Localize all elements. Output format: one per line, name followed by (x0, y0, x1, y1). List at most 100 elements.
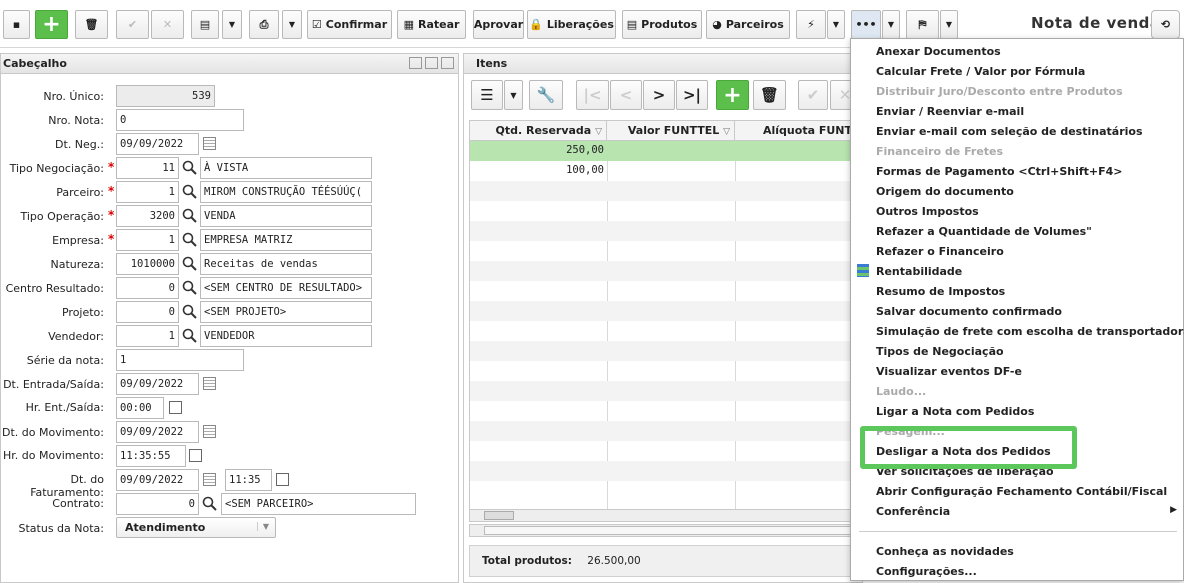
search-icon[interactable] (182, 328, 198, 344)
search-icon[interactable] (182, 256, 198, 272)
nro-unico-field[interactable]: 539 (116, 85, 215, 107)
products-button[interactable]: ▤ Produtos (622, 10, 702, 39)
releases-button[interactable]: 🔒 Liberações (527, 10, 616, 39)
maximize-icon[interactable] (425, 57, 438, 69)
menu-item[interactable]: Financeiro de Fretes (876, 145, 1003, 158)
search-icon[interactable] (202, 496, 218, 512)
hr-entrada-saida-field[interactable]: 00:00 (116, 397, 164, 419)
menu-item[interactable]: Distribuir Juro/Desconto entre Produtos (876, 85, 1123, 98)
prev-page-icon[interactable]: < (610, 80, 642, 110)
wrench-icon[interactable]: 🔧 (529, 80, 563, 110)
clock-icon[interactable] (169, 401, 182, 414)
document-search-icon[interactable]: ▤ (191, 10, 219, 39)
menu-item[interactable]: Enviar e-mail com seleção de destinatári… (876, 125, 1143, 138)
hr-movimento-field[interactable]: 11:35:55 (116, 445, 186, 467)
column-header[interactable]: Valor FUNTTEL ▽ (607, 121, 735, 141)
parceiro-code[interactable]: 1 (116, 181, 179, 203)
menu-item[interactable]: Conheça as novidades (876, 545, 1014, 558)
add-item-button[interactable]: + (716, 80, 749, 110)
map-icon[interactable]: ⛿ (906, 10, 939, 39)
horizontal-scrollbar[interactable] (469, 509, 864, 522)
print-icon[interactable]: ⎙ (249, 10, 279, 39)
lightning-icon[interactable]: ⚡ (796, 10, 826, 39)
chevron-down-icon[interactable]: ▼ (504, 80, 523, 110)
tipo-operacao-code[interactable]: 3200 (116, 205, 179, 227)
history-icon[interactable]: ⟲ (1151, 10, 1180, 39)
filter-icon[interactable]: ▽ (595, 127, 602, 137)
menu-item[interactable]: Abrir Configuração Fechamento Contábil/F… (876, 485, 1167, 498)
menu-item[interactable]: Ligar a Nota com Pedidos (876, 405, 1034, 418)
cancel-icon[interactable]: ✕ (151, 10, 184, 39)
contrato-code[interactable]: 0 (116, 493, 199, 515)
column-header[interactable]: Alíquota FUNTT (735, 121, 863, 141)
confirm-button[interactable]: ☑ Confirmar (307, 10, 392, 39)
calendar-icon[interactable] (203, 137, 216, 150)
column-header[interactable]: Qtd. Reservada ▽ (470, 121, 607, 141)
detach-icon[interactable] (441, 57, 454, 69)
filter-icon[interactable]: ▽ (723, 127, 730, 137)
menu-item[interactable]: Visualizar eventos DF-e (876, 365, 1022, 378)
projeto-code[interactable]: 0 (116, 301, 179, 323)
table-row[interactable]: 100,00 (470, 161, 863, 181)
chevron-down-icon[interactable]: ▼ (940, 10, 958, 39)
new-document-icon[interactable]: ▪ (3, 10, 30, 39)
menu-item[interactable]: Outros Impostos (876, 205, 979, 218)
serie-nota-field[interactable]: 1 (116, 349, 244, 371)
chevron-down-icon[interactable]: ▼ (827, 10, 845, 39)
clock-icon[interactable] (189, 449, 202, 462)
chevron-down-icon[interactable]: ▼ (222, 10, 242, 39)
menu-item[interactable]: Enviar / Reenviar e-mail (876, 105, 1024, 118)
dt-entrada-saida-field[interactable]: 09/09/2022 (116, 373, 199, 395)
dt-neg-field[interactable]: 09/09/2022 (116, 133, 199, 155)
nro-nota-field[interactable]: 0 (116, 109, 244, 131)
menu-item[interactable]: Configurações... (876, 565, 977, 578)
trash-icon[interactable]: 🗑 (753, 80, 786, 110)
menu-item[interactable]: Origem do documento (876, 185, 1014, 198)
scrollbar-thumb[interactable] (484, 526, 854, 535)
menu-item[interactable]: Calcular Frete / Valor por Fórmula (876, 65, 1085, 78)
partners-button[interactable]: ◕ Parceiros (706, 10, 790, 39)
trash-icon[interactable]: 🗑 (75, 10, 108, 39)
ratear-button[interactable]: ▦ Ratear (397, 10, 466, 39)
search-icon[interactable] (182, 160, 198, 176)
first-page-icon[interactable]: |< (576, 80, 609, 110)
search-icon[interactable] (182, 304, 198, 320)
menu-item[interactable]: Formas de Pagamento <Ctrl+Shift+F4> (876, 165, 1123, 178)
search-icon[interactable] (182, 184, 198, 200)
last-page-icon[interactable]: >| (676, 80, 708, 110)
tipo-negociacao-code[interactable]: 11 (116, 157, 179, 179)
menu-item[interactable]: Rentabilidade (876, 265, 962, 278)
dt-faturamento-field[interactable]: 09/09/2022 (116, 469, 199, 491)
table-row[interactable]: 250,00 (470, 141, 863, 161)
chevron-down-icon[interactable]: ▼ (282, 10, 302, 39)
menu-item[interactable]: Conferência (876, 505, 950, 518)
empresa-code[interactable]: 1 (116, 229, 179, 251)
dt-movimento-field[interactable]: 09/09/2022 (116, 421, 199, 443)
calendar-icon[interactable] (203, 473, 216, 486)
more-options-button[interactable]: ••• (851, 10, 881, 39)
menu-item[interactable]: Laudo... (876, 385, 926, 398)
menu-item[interactable]: Refazer o Financeiro (876, 245, 1004, 258)
menu-item[interactable]: Resumo de Impostos (876, 285, 1005, 298)
menu-item[interactable]: Simulação de frete com escolha de transp… (876, 325, 1184, 338)
add-button[interactable]: + (35, 10, 68, 39)
hr-faturamento-field[interactable]: 11:35 (225, 469, 272, 491)
chevron-down-icon[interactable]: ▼ (882, 10, 900, 39)
vendedor-code[interactable]: 1 (116, 325, 179, 347)
search-icon[interactable] (182, 280, 198, 296)
centro-resultado-code[interactable]: 0 (116, 277, 179, 299)
menu-item[interactable]: Refazer a Quantidade de Volumes" (876, 225, 1092, 238)
status-nota-select[interactable]: Atendimento ▼ (116, 517, 276, 538)
horizontal-scrollbar[interactable] (469, 524, 864, 537)
clock-icon[interactable] (276, 473, 289, 486)
menu-item[interactable]: Salvar documento confirmado (876, 305, 1062, 318)
scrollbar-thumb[interactable] (484, 511, 514, 520)
restore-icon[interactable] (409, 57, 422, 69)
menu-item[interactable]: Anexar Documentos (876, 45, 1001, 58)
list-view-icon[interactable]: ☰ (471, 80, 503, 110)
menu-item[interactable]: Tipos de Negociação (876, 345, 1004, 358)
calendar-icon[interactable] (203, 377, 216, 390)
check-icon[interactable]: ✔ (798, 80, 828, 110)
calendar-icon[interactable] (203, 425, 216, 438)
search-icon[interactable] (182, 208, 198, 224)
